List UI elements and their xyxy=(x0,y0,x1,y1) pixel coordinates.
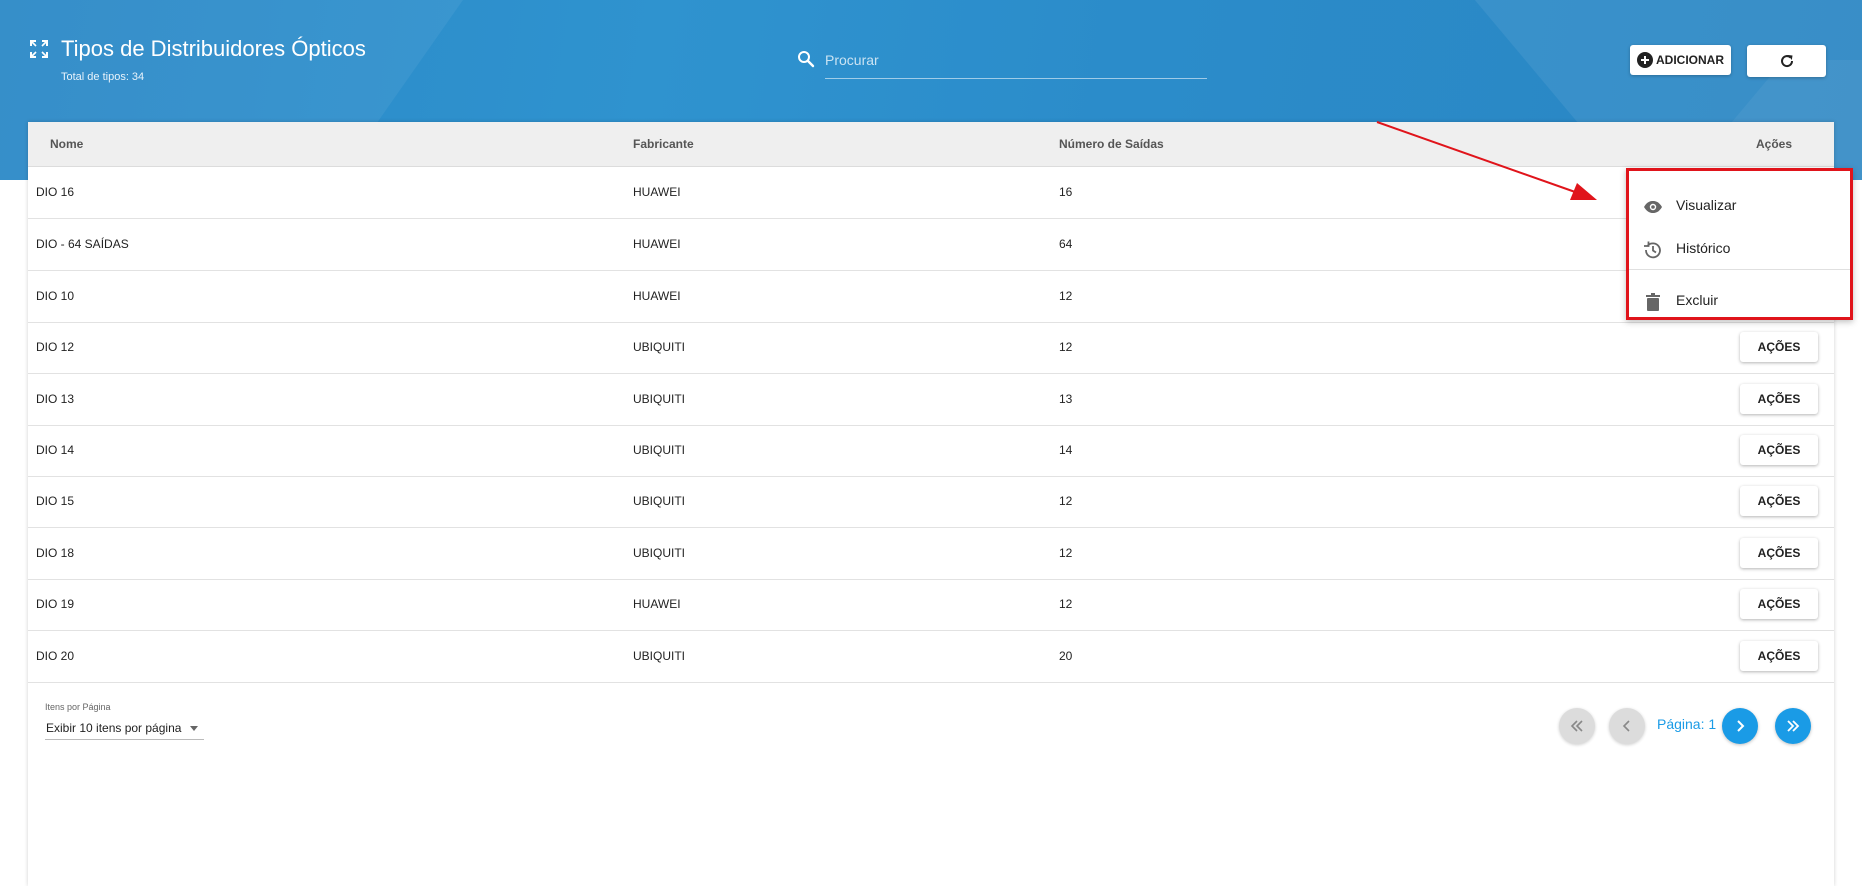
page-title: Tipos de Distribuidores Ópticos xyxy=(61,36,366,61)
cell-outputs: 13 xyxy=(1059,392,1073,406)
menu-divider xyxy=(1629,269,1850,270)
table-row: DIO 18 UBIQUITI 12 AÇÕES xyxy=(28,528,1834,580)
cell-name: DIO 15 xyxy=(36,494,75,508)
table-header: Nome Fabricante Número de Saídas Ações xyxy=(28,122,1834,167)
cell-name: DIO 10 xyxy=(36,289,75,303)
table-row: DIO 19 HUAWEI 12 AÇÕES xyxy=(28,579,1834,631)
search-icon xyxy=(798,51,815,68)
actions-button[interactable]: AÇÕES xyxy=(1740,486,1818,516)
cell-maker: UBIQUITI xyxy=(633,649,686,663)
previous-page-button[interactable] xyxy=(1609,708,1645,744)
cell-maker: UBIQUITI xyxy=(633,443,686,457)
refresh-button[interactable] xyxy=(1747,45,1826,77)
cell-maker: UBIQUITI xyxy=(633,494,686,508)
menu-item-history-label: Histórico xyxy=(1676,240,1731,256)
menu-item-delete-label: Excluir xyxy=(1676,292,1719,308)
cell-maker: UBIQUITI xyxy=(633,392,686,406)
cell-name: DIO 13 xyxy=(36,392,75,406)
eye-icon xyxy=(1644,201,1662,213)
column-header-name[interactable]: Nome xyxy=(50,137,83,151)
menu-item-view[interactable]: Visualizar xyxy=(1629,186,1850,226)
history-icon xyxy=(1644,241,1661,259)
cell-outputs: 12 xyxy=(1059,494,1073,508)
cell-outputs: 12 xyxy=(1059,340,1073,354)
menu-item-delete[interactable]: Excluir xyxy=(1629,281,1850,321)
cell-outputs: 64 xyxy=(1059,237,1073,251)
first-page-button[interactable] xyxy=(1559,708,1595,744)
double-chevron-left-icon xyxy=(1570,720,1583,732)
cell-maker: UBIQUITI xyxy=(633,546,686,560)
last-page-button[interactable] xyxy=(1775,708,1811,744)
actions-button[interactable]: AÇÕES xyxy=(1740,384,1818,414)
cell-name: DIO 16 xyxy=(36,185,75,199)
cell-name: DIO 18 xyxy=(36,546,75,560)
actions-menu: Visualizar Histórico Excluir xyxy=(1626,168,1853,320)
cell-outputs: 12 xyxy=(1059,597,1073,611)
search-input[interactable] xyxy=(825,46,1207,74)
table-row: DIO - 64 SAÍDAS HUAWEI 64 xyxy=(28,219,1834,271)
cell-name: DIO 12 xyxy=(36,340,75,354)
cell-name: DIO 14 xyxy=(36,443,75,457)
cell-outputs: 16 xyxy=(1059,185,1073,199)
column-header-actions: Ações xyxy=(1756,137,1793,151)
table-row: DIO 15 UBIQUITI 12 AÇÕES xyxy=(28,476,1834,528)
table-row: DIO 12 UBIQUITI 12 AÇÕES xyxy=(28,322,1834,374)
items-per-page-value: Exibir 10 itens por página xyxy=(46,721,182,735)
items-per-page-select[interactable]: Exibir 10 itens por página xyxy=(45,717,204,740)
cell-name: DIO 20 xyxy=(36,649,75,663)
actions-button[interactable]: AÇÕES xyxy=(1740,589,1818,619)
cell-maker: HUAWEI xyxy=(633,597,681,611)
cell-maker: UBIQUITI xyxy=(633,340,686,354)
plus-circle-icon xyxy=(1637,52,1653,68)
add-button-label: ADICIONAR xyxy=(1656,53,1724,67)
cell-outputs: 14 xyxy=(1059,443,1073,457)
actions-button[interactable]: AÇÕES xyxy=(1740,435,1818,465)
cell-outputs: 20 xyxy=(1059,649,1073,663)
fullscreen-icon[interactable] xyxy=(30,40,48,58)
cell-maker: HUAWEI xyxy=(633,237,681,251)
cell-maker: HUAWEI xyxy=(633,289,681,303)
actions-button[interactable]: AÇÕES xyxy=(1740,332,1818,362)
trash-icon xyxy=(1646,293,1660,311)
menu-item-view-label: Visualizar xyxy=(1676,197,1737,213)
page-indicator: Página: 1 xyxy=(1657,716,1717,732)
column-header-maker[interactable]: Fabricante xyxy=(633,137,694,151)
table-row: DIO 10 HUAWEI 12 xyxy=(28,271,1834,323)
actions-button[interactable]: AÇÕES xyxy=(1740,538,1818,568)
table-row: DIO 16 HUAWEI 16 xyxy=(28,167,1834,219)
table-row: DIO 20 UBIQUITI 20 AÇÕES xyxy=(28,631,1834,683)
double-chevron-right-icon xyxy=(1787,720,1800,732)
total-count: Total de tipos: 34 xyxy=(61,71,145,83)
caret-down-icon xyxy=(190,726,198,731)
search-field xyxy=(825,46,1207,79)
cell-name: DIO 19 xyxy=(36,597,75,611)
actions-button[interactable]: AÇÕES xyxy=(1740,641,1818,671)
cell-outputs: 12 xyxy=(1059,289,1073,303)
chevron-left-icon xyxy=(1622,720,1630,732)
next-page-button[interactable] xyxy=(1722,708,1758,744)
cell-maker: HUAWEI xyxy=(633,185,681,199)
table-card: Nome Fabricante Número de Saídas Ações D… xyxy=(28,122,1834,886)
refresh-icon xyxy=(1780,55,1793,68)
menu-item-history[interactable]: Histórico xyxy=(1629,229,1850,269)
items-per-page-label: Itens por Página xyxy=(45,702,111,712)
add-button[interactable]: ADICIONAR xyxy=(1630,45,1731,75)
chevron-right-icon xyxy=(1737,720,1745,732)
cell-outputs: 12 xyxy=(1059,546,1073,560)
table-row: DIO 13 UBIQUITI 13 AÇÕES xyxy=(28,374,1834,426)
cell-name: DIO - 64 SAÍDAS xyxy=(36,237,129,251)
table-row: DIO 14 UBIQUITI 14 AÇÕES xyxy=(28,425,1834,477)
column-header-outputs[interactable]: Número de Saídas xyxy=(1059,137,1164,151)
